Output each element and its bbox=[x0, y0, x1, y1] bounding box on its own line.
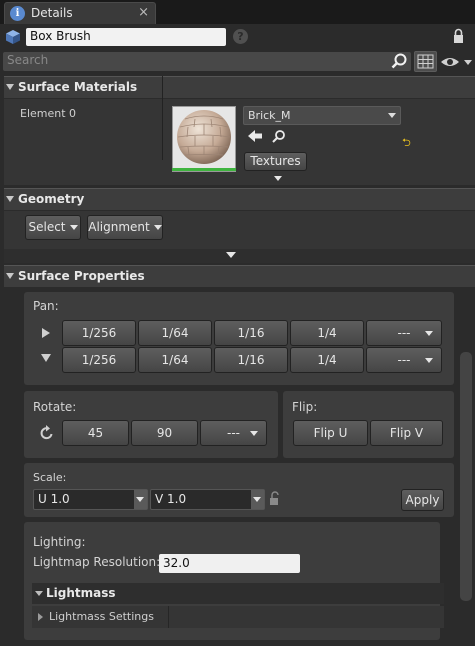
flip-u-button[interactable]: Flip U bbox=[293, 420, 368, 446]
rotate-90-button[interactable]: 90 bbox=[131, 420, 198, 446]
chevron-down-icon bbox=[425, 358, 433, 363]
help-icon[interactable]: ? bbox=[233, 29, 248, 44]
lighting-label: Lighting: bbox=[33, 535, 86, 549]
element-label: Element 0 bbox=[20, 107, 77, 120]
collapse-arrow-icon bbox=[6, 273, 14, 279]
unlock-icon[interactable] bbox=[269, 491, 283, 507]
material-loaded-indicator bbox=[172, 168, 236, 171]
pan-u-1-64-button[interactable]: 1/64 bbox=[138, 320, 212, 346]
column-divider[interactable] bbox=[162, 76, 163, 160]
textures-label: Textures bbox=[250, 154, 301, 168]
brick-sphere-image bbox=[177, 110, 231, 164]
box-brush-icon bbox=[6, 30, 20, 44]
search-input[interactable]: Search bbox=[3, 52, 411, 71]
chevron-down-icon bbox=[250, 431, 258, 436]
tab-strip: i Details × bbox=[0, 0, 475, 24]
category-surface-properties[interactable]: Surface Properties bbox=[4, 265, 475, 287]
search-row: Search bbox=[0, 50, 475, 74]
rotate-icon bbox=[40, 425, 53, 440]
pan-v-1-64-button[interactable]: 1/64 bbox=[138, 347, 212, 373]
expand-arrow-icon bbox=[38, 613, 43, 621]
expand-advanced-icon[interactable] bbox=[226, 252, 236, 258]
chevron-down-icon bbox=[136, 497, 144, 502]
category-title: Geometry bbox=[18, 192, 85, 206]
material-thumbnail[interactable] bbox=[172, 106, 236, 172]
lightmass-settings-label: Lightmass Settings bbox=[49, 610, 154, 623]
eye-visibility-icon[interactable] bbox=[440, 53, 474, 71]
chevron-down-icon bbox=[69, 225, 78, 230]
pan-v-custom-value: --- bbox=[397, 353, 411, 367]
pan-v-1-256-button[interactable]: 1/256 bbox=[62, 347, 136, 373]
reset-to-default-icon[interactable]: ⮌ bbox=[402, 134, 411, 153]
scale-u-combo[interactable]: U 1.0 bbox=[33, 489, 148, 510]
textures-dropdown[interactable]: Textures bbox=[244, 152, 307, 181]
category-title: Surface Materials bbox=[18, 80, 138, 94]
pan-right-arrow-icon bbox=[42, 328, 50, 338]
rotate-45-button[interactable]: 45 bbox=[62, 420, 129, 446]
collapse-arrow-icon bbox=[35, 591, 43, 596]
alignment-label: Alignment bbox=[88, 220, 150, 234]
grid-icon bbox=[417, 54, 434, 69]
vertical-scrollbar[interactable] bbox=[460, 352, 472, 601]
chevron-down-icon bbox=[425, 331, 433, 336]
category-geometry[interactable]: Geometry bbox=[4, 188, 475, 210]
alignment-dropdown[interactable]: Alignment bbox=[87, 215, 163, 240]
property-matrix-button[interactable] bbox=[414, 51, 437, 72]
pan-v-1-16-button[interactable]: 1/16 bbox=[214, 347, 288, 373]
info-icon: i bbox=[10, 6, 25, 21]
flip-label: Flip: bbox=[292, 400, 318, 414]
pan-u-1-256-button[interactable]: 1/256 bbox=[62, 320, 136, 346]
scale-v-value: V 1.0 bbox=[155, 492, 187, 506]
scale-label: Scale: bbox=[33, 471, 67, 484]
select-dropdown[interactable]: Select bbox=[25, 215, 81, 240]
category-title: Surface Properties bbox=[18, 269, 145, 283]
lock-icon[interactable] bbox=[453, 28, 464, 45]
actor-name-field[interactable]: Box Brush bbox=[26, 28, 226, 46]
actor-row: Box Brush ? bbox=[0, 24, 475, 50]
apply-scale-button[interactable]: Apply bbox=[401, 489, 444, 511]
rotate-custom-value: --- bbox=[227, 426, 240, 440]
chevron-down-icon bbox=[153, 225, 162, 230]
lightmap-resolution-label: Lightmap Resolution: bbox=[33, 555, 161, 569]
pan-down-arrow-icon bbox=[41, 354, 51, 362]
category-surface-materials[interactable]: Surface Materials bbox=[4, 76, 475, 98]
close-icon[interactable]: × bbox=[138, 5, 149, 20]
pan-u-custom-value: --- bbox=[397, 326, 411, 340]
pan-u-custom-dropdown[interactable]: --- bbox=[366, 320, 442, 346]
pan-label: Pan: bbox=[33, 299, 59, 313]
browse-magnifier-icon[interactable] bbox=[271, 128, 287, 144]
flip-v-button[interactable]: Flip V bbox=[370, 420, 443, 446]
collapse-arrow-icon bbox=[6, 196, 14, 202]
lightmass-title: Lightmass bbox=[46, 586, 116, 600]
material-combo[interactable]: Brick_M bbox=[243, 106, 401, 125]
scale-v-combo[interactable]: V 1.0 bbox=[150, 489, 265, 510]
geometry-expander-bar[interactable] bbox=[4, 249, 475, 263]
tab-details[interactable]: i Details × bbox=[4, 2, 156, 24]
lightmap-resolution-input[interactable]: 32.0 bbox=[159, 554, 300, 573]
tab-title: Details bbox=[31, 6, 73, 20]
chevron-down-icon bbox=[388, 113, 396, 118]
use-selected-arrow-icon[interactable] bbox=[247, 128, 263, 144]
lightmass-category[interactable]: Lightmass bbox=[32, 583, 444, 604]
chevron-down-icon bbox=[273, 176, 282, 181]
pan-v-1-4-button[interactable]: 1/4 bbox=[290, 347, 364, 373]
material-name: Brick_M bbox=[248, 109, 291, 122]
column-divider bbox=[168, 606, 169, 628]
chevron-down-icon bbox=[253, 497, 261, 502]
lightmass-settings-row[interactable]: Lightmass Settings bbox=[32, 606, 444, 628]
rotate-custom-dropdown[interactable]: --- bbox=[200, 420, 267, 446]
pan-v-custom-dropdown[interactable]: --- bbox=[366, 347, 442, 373]
rotate-label: Rotate: bbox=[33, 400, 77, 414]
pan-u-1-16-button[interactable]: 1/16 bbox=[214, 320, 288, 346]
collapse-arrow-icon bbox=[6, 84, 14, 90]
scale-u-value: U 1.0 bbox=[38, 492, 70, 506]
pan-u-1-4-button[interactable]: 1/4 bbox=[290, 320, 364, 346]
search-icon[interactable] bbox=[390, 52, 408, 70]
select-label: Select bbox=[28, 220, 66, 234]
